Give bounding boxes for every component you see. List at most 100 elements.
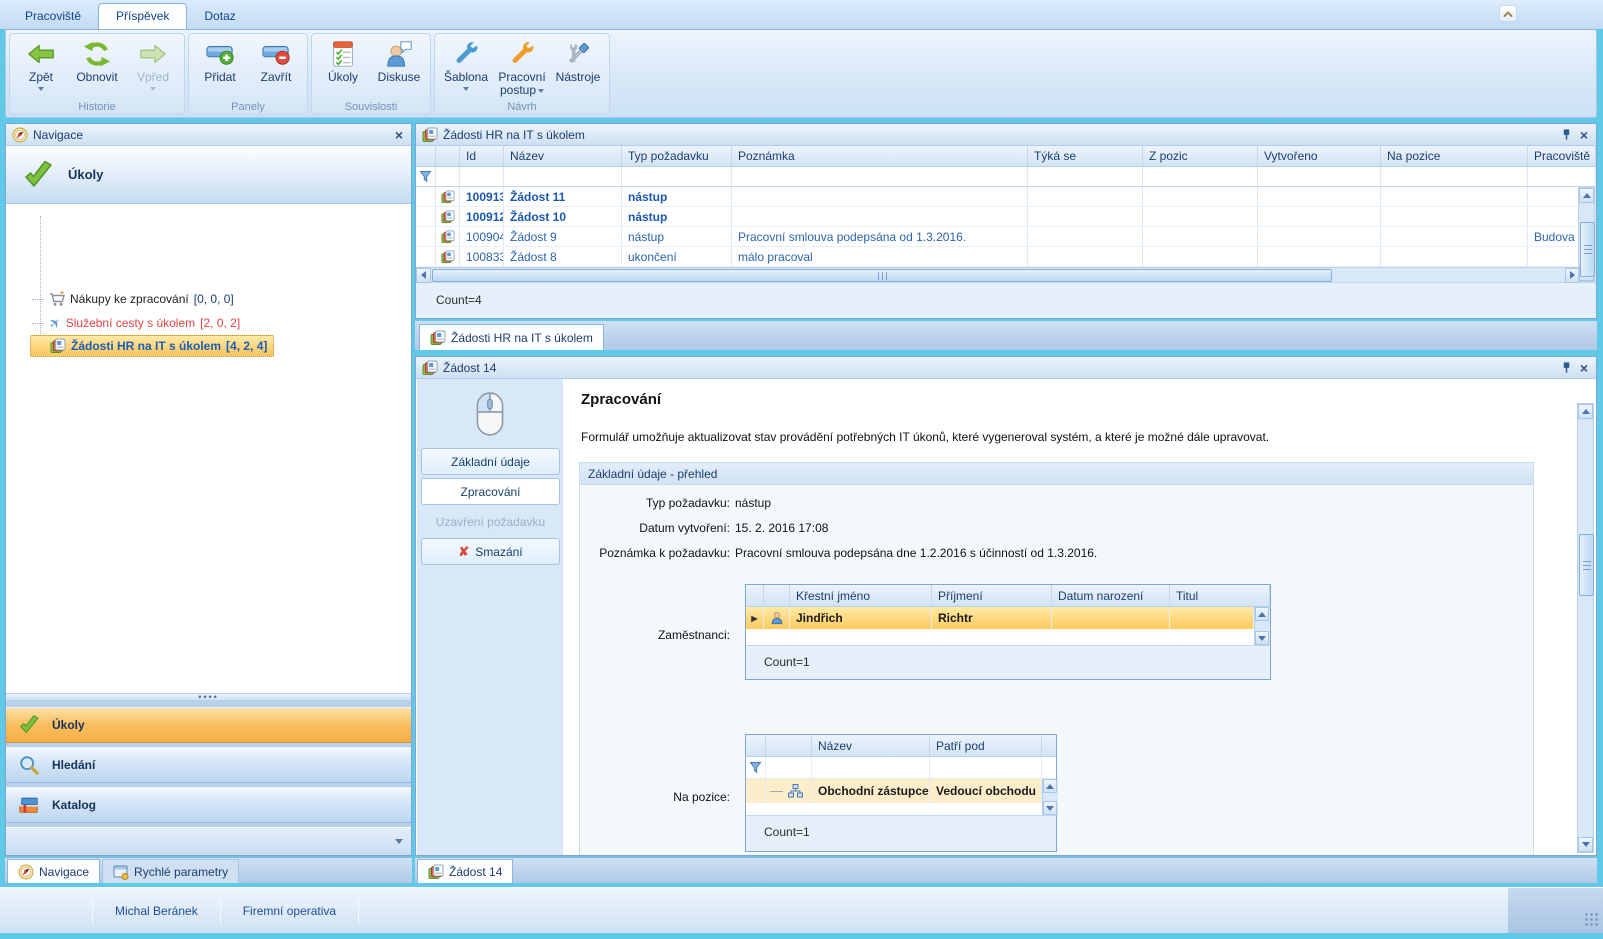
- table-row[interactable]: ▶ Jindřich Richtr: [746, 607, 1254, 629]
- ribbon-collapse-button[interactable]: [1499, 5, 1517, 22]
- column-header[interactable]: Patří pod: [930, 735, 1042, 756]
- groupbox-title: Základní údaje - přehled: [580, 463, 1533, 485]
- add-panel-button[interactable]: Přidat: [192, 36, 248, 84]
- tab-pracoviste[interactable]: Pracoviště: [8, 4, 98, 29]
- filter-cell[interactable]: [1528, 167, 1596, 186]
- filter-cell[interactable]: [732, 167, 1028, 186]
- column-header-id[interactable]: Id: [460, 146, 504, 166]
- tasks-group-header[interactable]: Úkoly: [6, 146, 411, 204]
- grid-dock-tabs: Žádosti HR na IT s úkolem: [415, 321, 1597, 350]
- table-row[interactable]: 100913 Žádost 11 nástup: [416, 187, 1596, 207]
- column-header[interactable]: Datum narození: [1052, 585, 1170, 606]
- dropdown-arrow-icon: [38, 87, 44, 91]
- horizontal-scrollbar[interactable]: [416, 267, 1596, 282]
- scroll-down-button[interactable]: [1578, 837, 1593, 852]
- filter-cell[interactable]: [930, 757, 1042, 778]
- vertical-scrollbar[interactable]: [1042, 779, 1058, 815]
- column-header-pracoviste[interactable]: Pracoviště: [1528, 146, 1596, 166]
- nav-button-hledani[interactable]: Hledání: [6, 747, 411, 783]
- column-header[interactable]: Název: [812, 735, 930, 756]
- column-header[interactable]: Příjmení: [932, 585, 1052, 606]
- table-row[interactable]: 100904 Žádost 9 nástup Pracovní smlouva …: [416, 227, 1596, 247]
- tasks-button[interactable]: Úkoly: [315, 36, 371, 84]
- scroll-down-button[interactable]: [1043, 801, 1057, 815]
- field-value: nástup: [735, 496, 771, 510]
- table-row[interactable]: Obchodní zástupce Vedoucí obchodu: [746, 779, 1042, 803]
- filter-cell[interactable]: [1028, 167, 1143, 186]
- resize-grip[interactable]: [1508, 888, 1603, 933]
- table-row[interactable]: 100912 Žádost 10 nástup: [416, 207, 1596, 227]
- nav-button-katalog[interactable]: Katalog: [6, 787, 411, 823]
- tree-item-nakupy[interactable]: Nákupy ke zpracování [0, 0, 0]: [30, 288, 240, 310]
- field-label: Typ požadavku:: [580, 496, 730, 510]
- close-panel-button[interactable]: Zavřít: [248, 36, 304, 84]
- tree-item-zadosti-hr[interactable]: Žádosti HR na IT s úkolem [4, 2, 4]: [30, 335, 274, 357]
- close-icon[interactable]: ×: [393, 128, 405, 142]
- splitter-handle[interactable]: ••••: [6, 693, 411, 701]
- tasks-label: Úkoly: [328, 71, 358, 84]
- tab-zadosti-hr[interactable]: Žádosti HR na IT s úkolem: [419, 324, 604, 350]
- column-header-tyka-se[interactable]: Týká se: [1028, 146, 1143, 166]
- vertical-scrollbar[interactable]: [1578, 187, 1595, 282]
- scrollbar-thumb[interactable]: [1579, 534, 1594, 596]
- filter-cell[interactable]: [746, 757, 766, 778]
- scrollbar-thumb[interactable]: [432, 269, 1332, 282]
- tab-navigace[interactable]: Navigace: [7, 859, 100, 883]
- shopping-cart-icon: [49, 291, 65, 307]
- nav-button-label: Úkoly: [52, 718, 85, 732]
- scroll-up-button[interactable]: [1579, 188, 1594, 203]
- tab-dotaz[interactable]: Dotaz: [187, 4, 252, 29]
- filter-cell[interactable]: [812, 757, 930, 778]
- column-header-nazev[interactable]: Název: [504, 146, 622, 166]
- filter-cell[interactable]: [1143, 167, 1258, 186]
- column-header[interactable]: Titul: [1170, 585, 1270, 606]
- table-row[interactable]: 100833 Žádost 8 ukončení málo pracoval: [416, 247, 1596, 267]
- detail-nav-smazani[interactable]: ✘ Smazání: [421, 538, 560, 565]
- filter-cell[interactable]: [436, 167, 460, 186]
- scrollbar-thumb[interactable]: [1580, 222, 1595, 277]
- detail-nav-zpracovani[interactable]: Zpracování: [421, 478, 560, 505]
- nav-overflow-bar[interactable]: [6, 827, 411, 855]
- panel-close-icon: [259, 39, 293, 69]
- scroll-left-button[interactable]: [416, 268, 431, 283]
- panel-add-icon: [203, 39, 237, 69]
- pin-icon[interactable]: [1560, 361, 1573, 374]
- scroll-down-button[interactable]: [1255, 631, 1269, 645]
- filter-cell[interactable]: [766, 757, 812, 778]
- filter-cell[interactable]: [460, 167, 504, 186]
- column-header-typ[interactable]: Typ požadavku: [622, 146, 732, 166]
- nav-button-ukoly[interactable]: Úkoly: [6, 707, 411, 743]
- tab-prispevek[interactable]: Příspěvek: [98, 3, 187, 29]
- filter-cell[interactable]: [622, 167, 732, 186]
- column-header-poznamka[interactable]: Poznámka: [732, 146, 1028, 166]
- scroll-up-button[interactable]: [1578, 404, 1593, 419]
- column-header-vytvoreno[interactable]: Vytvořeno: [1258, 146, 1381, 166]
- tools-icon: [561, 39, 595, 69]
- column-header[interactable]: Křestní jméno: [790, 585, 932, 606]
- scroll-up-button[interactable]: [1043, 779, 1057, 793]
- column-header-na-pozice[interactable]: Na pozice: [1381, 146, 1528, 166]
- scroll-up-button[interactable]: [1255, 607, 1269, 621]
- tab-rychle-parametry[interactable]: Rychlé parametry: [102, 859, 239, 883]
- vertical-scrollbar[interactable]: [1254, 607, 1270, 645]
- pin-icon[interactable]: [1560, 128, 1573, 141]
- filter-cell[interactable]: [1258, 167, 1381, 186]
- detail-nav-zakladni-udaje[interactable]: Základní údaje: [421, 448, 560, 475]
- detail-panel-title: Žádost 14 ×: [416, 357, 1596, 379]
- discussion-button[interactable]: Diskuse: [371, 36, 427, 84]
- tab-zadost-14[interactable]: Žádost 14: [417, 859, 513, 883]
- table-header-row: Název Patří pod: [746, 735, 1056, 757]
- filter-cell[interactable]: [416, 167, 436, 186]
- template-button[interactable]: Šablona: [438, 36, 494, 91]
- workflow-button[interactable]: Pracovní postup: [494, 36, 550, 97]
- refresh-button[interactable]: Obnovit: [69, 36, 125, 84]
- close-icon[interactable]: ×: [1578, 361, 1590, 375]
- close-icon[interactable]: ×: [1578, 128, 1590, 142]
- vertical-scrollbar[interactable]: [1577, 403, 1594, 853]
- column-header-z-pozic[interactable]: Z pozic: [1143, 146, 1258, 166]
- filter-cell[interactable]: [1381, 167, 1528, 186]
- back-button[interactable]: Zpět: [13, 36, 69, 91]
- filter-cell[interactable]: [504, 167, 622, 186]
- tree-item-sluzebni-cesty[interactable]: ✈ Služební cesty s úkolem [2, 0, 2]: [30, 312, 246, 334]
- tools-button[interactable]: Nástroje: [550, 36, 606, 84]
